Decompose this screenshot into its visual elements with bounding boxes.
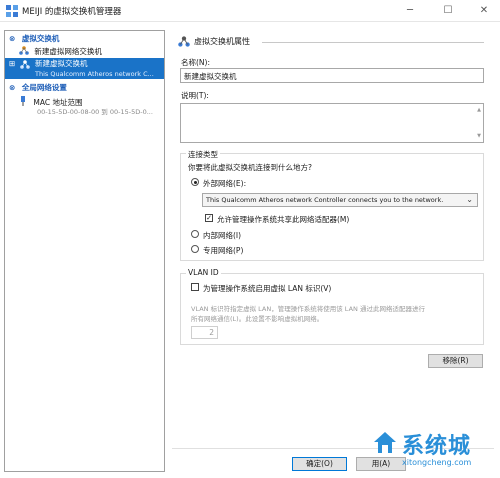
minimize-button[interactable]: ─ — [392, 0, 428, 22]
hyperv-manager-icon — [6, 5, 18, 17]
ok-button[interactable]: 确定(O) — [292, 457, 347, 471]
internal-network-label: 内部网络(I) — [203, 231, 242, 240]
vlan-enable-checkbox[interactable] — [191, 283, 199, 291]
allow-management-checkbox[interactable]: ✓ — [205, 214, 213, 222]
connection-type-title: 连接类型 — [186, 149, 220, 160]
name-input[interactable]: 新建虚拟交换机 — [180, 68, 484, 83]
private-network-label: 专用网络(P) — [203, 246, 244, 255]
window-title: MEIJI 的虚拟交换机管理器 — [22, 7, 122, 17]
chevron-down-icon[interactable]: ⌄ — [466, 195, 473, 204]
watermark-logo-icon — [374, 432, 396, 453]
name-label: 名称(N): — [181, 58, 210, 67]
internal-network-radio[interactable] — [191, 230, 199, 238]
vlan-description-line2: 所有网络通信(L)。此设置不影响虚拟机网络。 — [191, 315, 324, 323]
scroll-down-icon[interactable]: ▼ — [477, 133, 481, 139]
vlan-title: VLAN ID — [186, 268, 221, 277]
watermark-url: xitongcheng.com — [402, 458, 472, 467]
vlan-id-input[interactable]: 2 — [191, 326, 218, 339]
collapse-icon[interactable]: ⊗ — [9, 83, 15, 92]
tree-item-selected-switch[interactable]: ⊞ 新建虚拟交换机 This Qualcomm Atheros network … — [5, 58, 164, 79]
section-label: 虚拟交换机 — [21, 34, 60, 43]
tree-item-label: MAC 地址范围 — [33, 98, 83, 107]
section-label: 全局网络设置 — [21, 83, 67, 92]
vlan-enable-label: 为管理操作系统启用虚拟 LAN 标识(V) — [203, 284, 332, 293]
tree-item-label: 新建虚拟交换机 — [35, 59, 88, 68]
properties-title: 虚拟交换机属性 — [194, 37, 250, 46]
tree-item-sublabel: 00-15-5D-00-08-00 到 00-15-5D-0... — [37, 108, 153, 116]
network-switch-icon — [20, 60, 30, 69]
close-button[interactable]: ✕ — [466, 0, 500, 22]
name-value: 新建虚拟交换机 — [184, 72, 237, 81]
external-network-radio[interactable] — [191, 178, 199, 186]
title-bar: MEIJI 的虚拟交换机管理器 ─ ☐ ✕ — [0, 0, 500, 22]
mac-address-icon — [21, 96, 25, 106]
switch-tree-pane[interactable]: ⊗ 虚拟交换机 新建虚拟网络交换机 ⊞ 新建虚拟交换机 This Qualcom… — [4, 30, 165, 472]
vlan-id-value: 2 — [209, 328, 214, 337]
tree-section-global-network-settings[interactable]: ⊗ 全局网络设置 — [9, 83, 67, 93]
watermark: 系统城 xitongcheng.com — [372, 428, 497, 474]
network-switch-icon — [19, 46, 29, 55]
vlan-description-line1: VLAN 标识符指定虚拟 LAN，管理操作系统将使用该 LAN 通过此网络适配器… — [191, 305, 425, 313]
tree-item-new-network-switch[interactable]: 新建虚拟网络交换机 — [19, 46, 102, 57]
maximize-button[interactable]: ☐ — [430, 0, 466, 22]
notes-textarea[interactable]: ▲ ▼ — [180, 103, 484, 143]
notes-label: 说明(T): — [181, 91, 209, 100]
tree-section-virtual-switches[interactable]: ⊗ 虚拟交换机 — [9, 34, 59, 44]
header-divider — [262, 42, 484, 43]
expand-icon[interactable]: ⊞ — [9, 59, 15, 69]
adapter-select[interactable]: This Qualcomm Atheros network Controller… — [202, 193, 478, 207]
remove-button[interactable]: 移除(R) — [428, 354, 483, 368]
tree-item-label: 新建虚拟网络交换机 — [34, 47, 102, 56]
allow-management-label: 允许管理操作系统共享此网络适配器(M) — [217, 215, 350, 224]
private-network-radio[interactable] — [191, 245, 199, 253]
adapter-value: This Qualcomm Atheros network Controller… — [206, 196, 444, 204]
external-network-label: 外部网络(E): — [203, 179, 247, 188]
tree-item-sublabel: This Qualcomm Atheros network C... — [35, 70, 154, 78]
scroll-up-icon[interactable]: ▲ — [477, 107, 481, 113]
network-switch-icon — [178, 36, 190, 47]
watermark-text: 系统城 — [402, 434, 472, 459]
collapse-icon[interactable]: ⊗ — [9, 34, 15, 43]
connection-question: 你要将此虚拟交换机连接到什么地方? — [188, 163, 312, 172]
